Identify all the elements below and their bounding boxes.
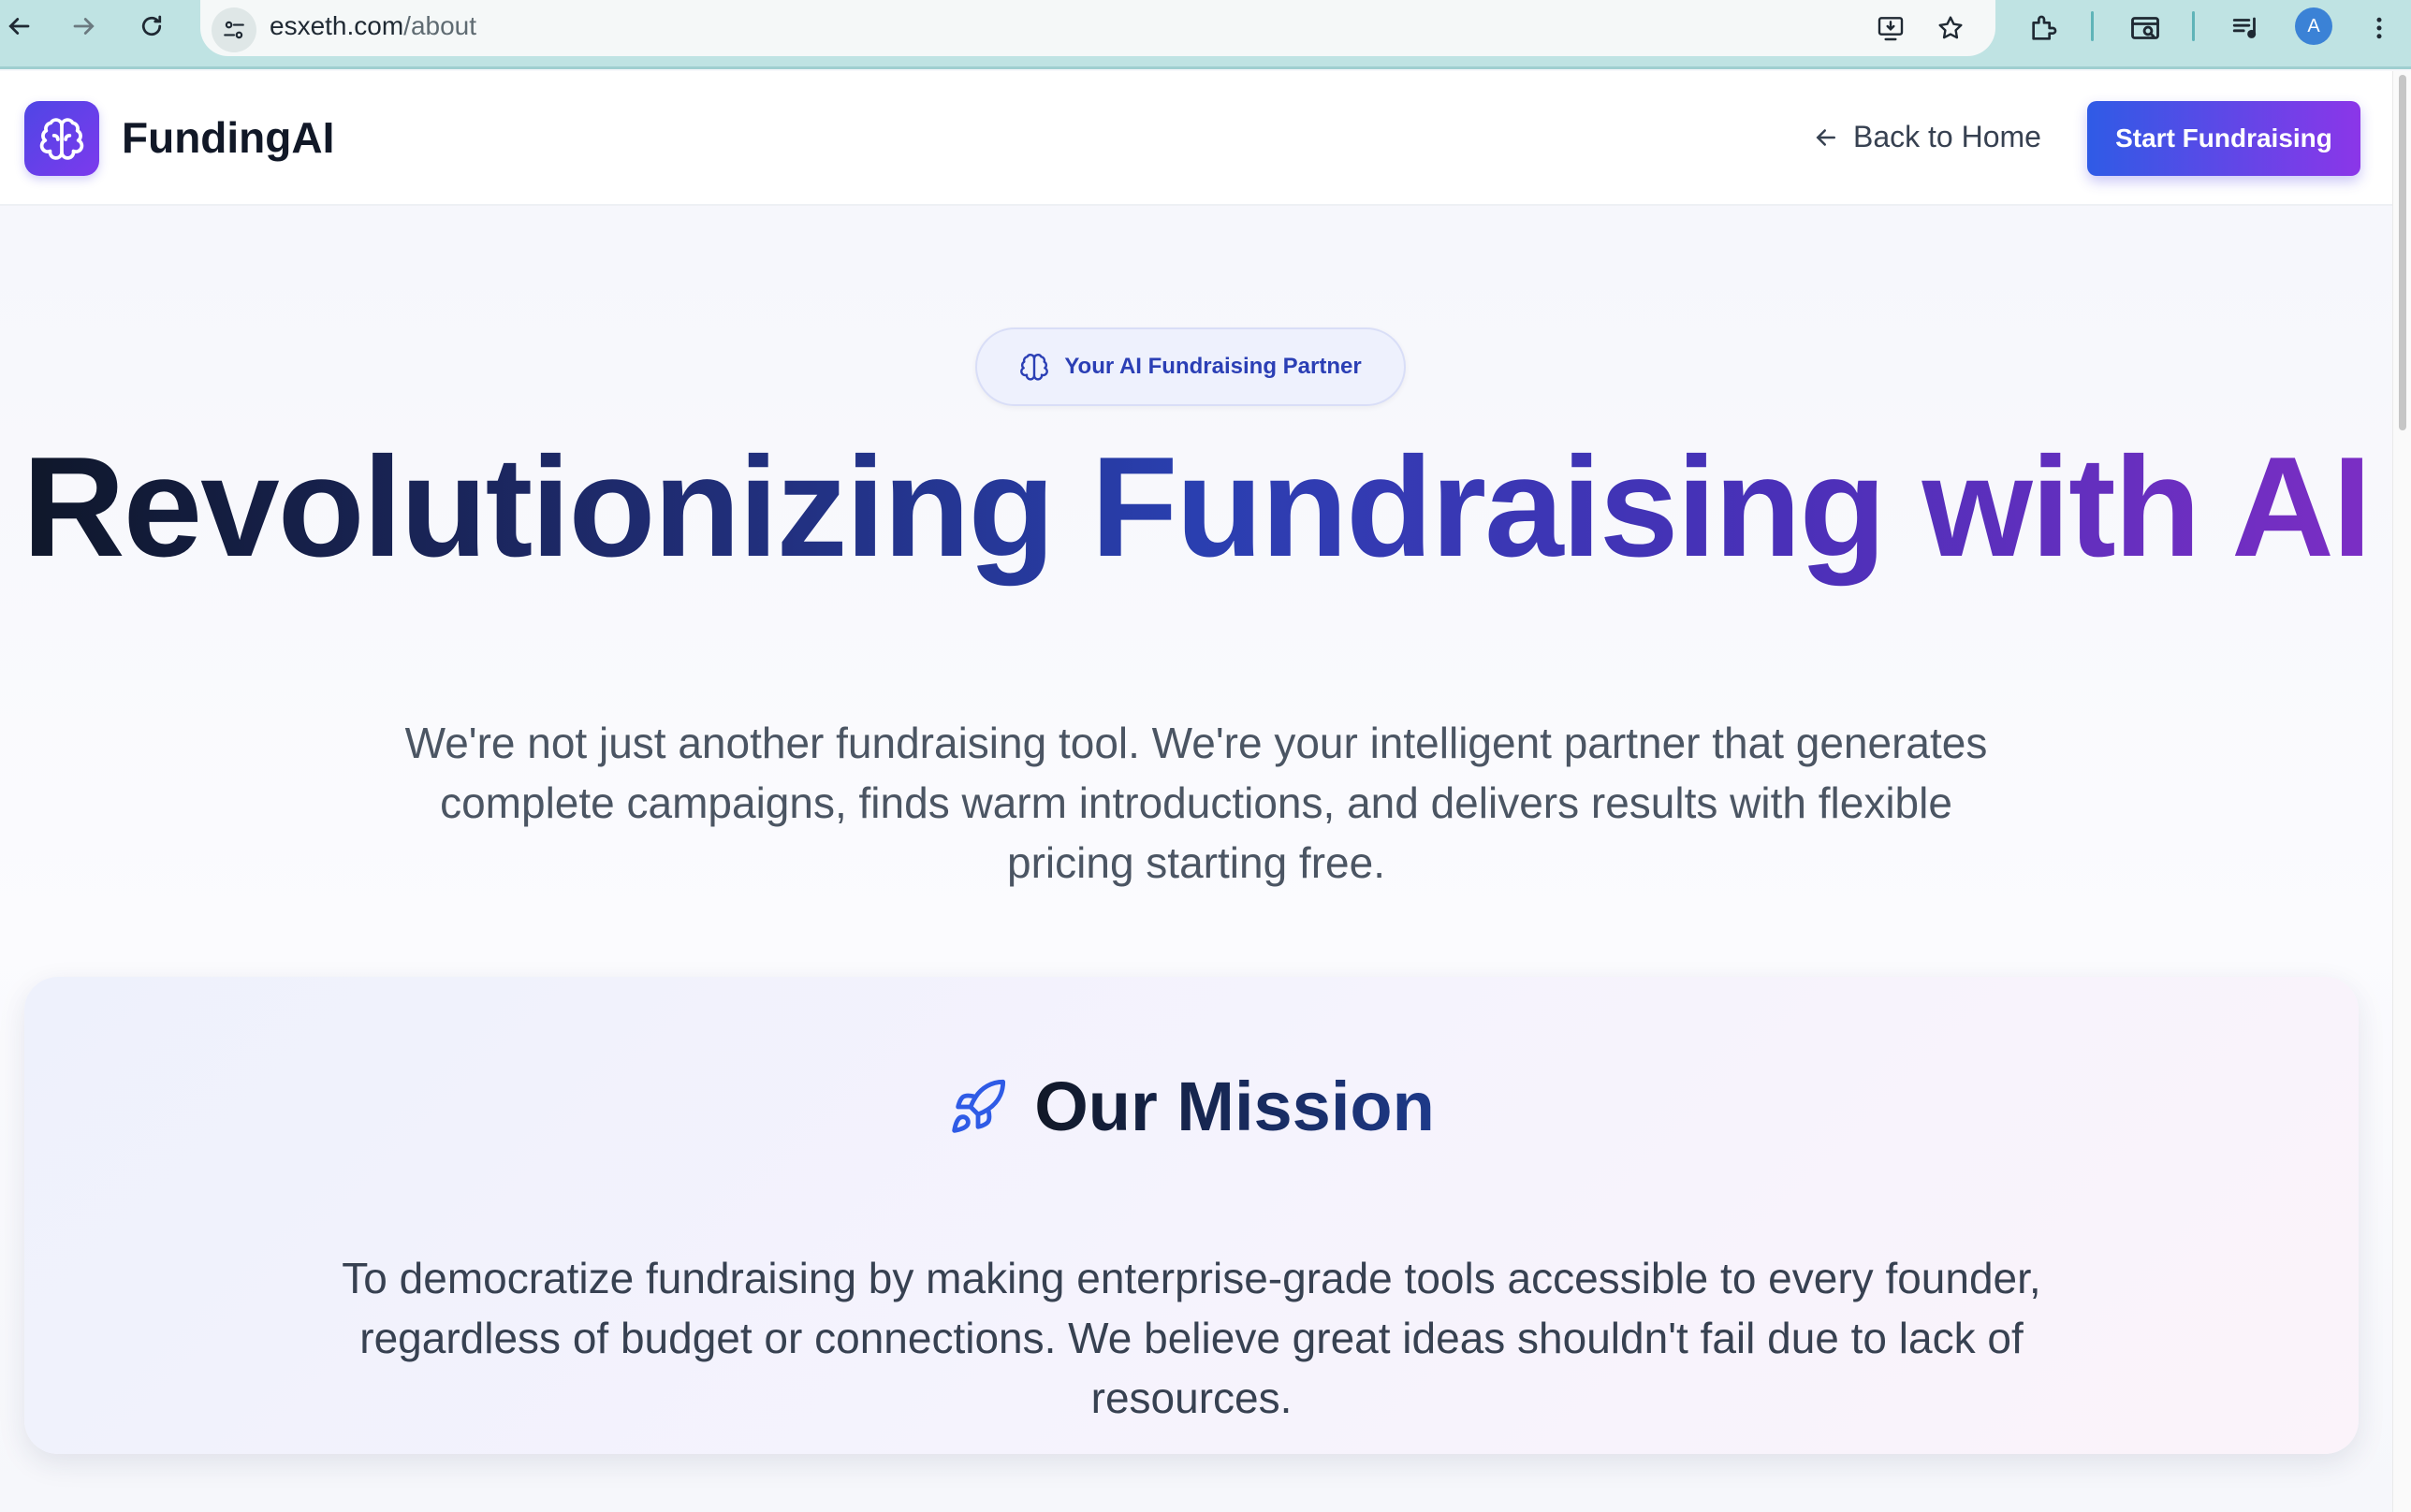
mission-heading: Our Mission	[24, 1067, 2359, 1146]
media-control-icon[interactable]	[2226, 7, 2267, 49]
reload-icon[interactable]	[133, 7, 170, 45]
page-content: FundingAI Back to Home Start Fundraising…	[0, 71, 2411, 1512]
start-fundraising-button[interactable]: Start Fundraising	[2087, 101, 2360, 176]
rocket-icon	[952, 1079, 1006, 1133]
scrollbar-thumb[interactable]	[2399, 75, 2406, 430]
extensions-icon[interactable]	[2024, 7, 2065, 49]
toolbar-divider	[2192, 11, 2195, 41]
hero-badge: Your AI Fundraising Partner	[975, 327, 1406, 406]
address-bar[interactable]: esxeth.com/about	[200, 0, 1995, 56]
install-app-icon[interactable]	[1872, 9, 1909, 47]
page-scrollbar[interactable]	[2392, 71, 2411, 1512]
arrow-left-icon	[1816, 128, 1835, 146]
brain-icon	[1020, 354, 1049, 381]
brand-name[interactable]: FundingAI	[122, 112, 334, 163]
hero-title: Revolutionizing Fundraising with AI	[22, 428, 2372, 587]
hero-badge-label: Your AI Fundraising Partner	[1064, 354, 1362, 379]
forward-arrow-icon[interactable]	[66, 7, 103, 45]
back-to-home-label: Back to Home	[1853, 120, 2041, 153]
mission-card: Our Mission To democratize fundraising b…	[24, 977, 2359, 1454]
back-arrow-icon[interactable]	[0, 7, 37, 45]
search-tab-icon[interactable]	[2125, 7, 2166, 49]
back-to-home-link[interactable]: Back to Home	[1812, 120, 2041, 154]
profile-avatar[interactable]: A	[2295, 7, 2332, 45]
browser-toolbar: esxeth.com/about A	[0, 0, 2411, 69]
url-text: esxeth.com/about	[270, 11, 477, 40]
brain-icon[interactable]	[24, 101, 99, 176]
toolbar-divider	[2091, 11, 2094, 41]
more-menu-icon[interactable]	[2359, 7, 2400, 49]
site-header: FundingAI Back to Home Start Fundraising	[0, 71, 2392, 206]
hero-subtitle: We're not just another fundraising tool.…	[404, 719, 1988, 887]
site-info-icon[interactable]	[212, 7, 256, 52]
mission-title: Our Mission	[1034, 1068, 1435, 1145]
star-icon[interactable]	[1932, 9, 1969, 47]
mission-text: To democratize fundraising by making ent…	[342, 1254, 2041, 1422]
